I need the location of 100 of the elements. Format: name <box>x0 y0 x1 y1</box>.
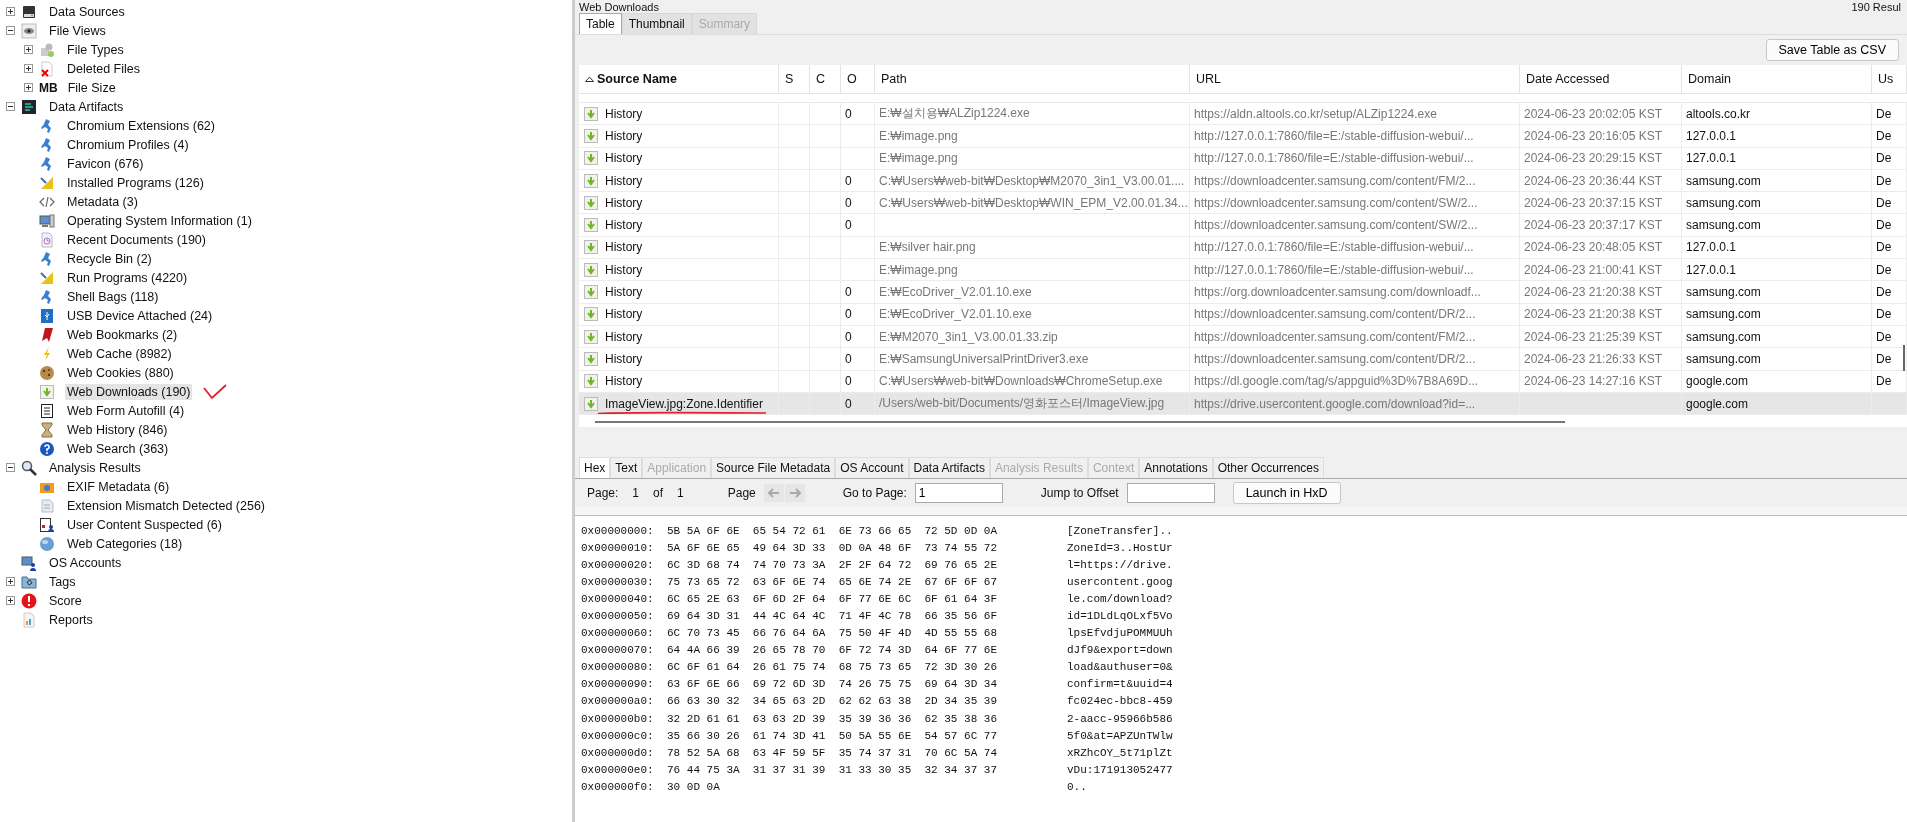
tree-item[interactable]: Score <box>47 592 84 609</box>
scrollbar-thumb[interactable] <box>595 421 1565 424</box>
table-row[interactable]: History E:₩image.png http://127.0.0.1:7860/file=E:/stable-diffusion-webui/... 2024-06-23 21:00:41 KST 127.0.0.1 De <box>579 259 1907 282</box>
table-row[interactable]: History E:₩image.png http://127.0.0.1:7860/file=E:/stable-diffusion-webui/... 2024-06-23 20:16:05 KST 127.0.0.1 De <box>579 125 1907 148</box>
tree-item[interactable]: Web Categories (18) <box>65 535 185 552</box>
expand-toggle[interactable] <box>24 83 35 92</box>
tree-item[interactable]: User Content Suspected (6) <box>65 516 224 533</box>
table-row[interactable]: History 0 E:₩설치용₩ALZip1224.exe https://aldn.altools.co.kr/setup/ALZip1224.exe 2024-06-23 20:02:05 KST altools.co.kr De <box>579 103 1907 126</box>
table-row[interactable]: ImageView.jpg:Zone.Identifier 0 /Users/web-bit/Documents/영화포스터/ImageView.jpg https://drive.usercontent.google.com/download?id=... google.com <box>579 392 1907 416</box>
collapse-toggle[interactable] <box>6 463 17 472</box>
table-row[interactable]: History E:₩image.png http://127.0.0.1:7860/file=E:/stable-diffusion-webui/... 2024-06-23 20:29:15 KST 127.0.0.1 De <box>579 147 1907 170</box>
tab[interactable]: Other Occurrences <box>1212 457 1325 478</box>
tree-item[interactable]: Web Bookmarks (2) <box>65 326 180 343</box>
table-row[interactable]: History E:₩silver hair.png http://127.0.0.1:7860/file=E:/stable-diffusion-webui/... 2024-06-23 20:48:05 KST 127.0.0.1 De <box>579 236 1907 260</box>
tree-item[interactable]: Chromium Profiles (4) <box>65 136 191 153</box>
table-cell: C:₩Users₩web-bit₩Downloads₩ChromeSetup.exe <box>879 374 1163 389</box>
table-cell: De <box>1876 173 1892 188</box>
expand-toggle[interactable] <box>6 577 17 586</box>
tree-item[interactable]: Web Downloads (190) <box>65 383 193 400</box>
expand-toggle[interactable] <box>24 64 35 73</box>
offset-input-field[interactable] <box>1126 483 1215 503</box>
expand-toggle[interactable] <box>6 7 17 16</box>
tree-item[interactable]: Reports <box>47 611 95 628</box>
go-to-page-label: Go to Page: <box>842 486 907 500</box>
tree-item[interactable]: Chromium Extensions (62) <box>65 117 217 134</box>
save-csv-button[interactable]: Save Table as CSV <box>1765 39 1899 61</box>
collapse-toggle[interactable] <box>6 102 17 111</box>
tree-item[interactable]: File Types <box>65 41 126 58</box>
hex-offset: 0x000000a0: <box>581 695 655 708</box>
page-input-field[interactable]: 1 <box>914 483 1003 503</box>
table-row[interactable]: History 0 E:₩M2070_3in1_V3.00.01.33.zip https://downloadcenter.samsung.com/content/FM/2... 2024-06-23 21:25:39 KST samsung.com De <box>579 325 1907 349</box>
bookmark-icon <box>39 326 55 343</box>
tree-item[interactable]: Installed Programs (126) <box>65 174 206 191</box>
tree-item[interactable]: File Size <box>65 79 118 96</box>
tree-item[interactable]: Operating System Information (1) <box>65 212 254 229</box>
launch-hxd-button[interactable]: Launch in HxD <box>1232 482 1341 504</box>
tree-item[interactable]: Data Sources <box>47 3 127 20</box>
column-header[interactable]: URL <box>1190 65 1520 93</box>
table-row[interactable]: History 0 C:₩Users₩web-bit₩Desktop₩M2070_3in1_V3.00.01.... https://downloadcenter.samsung.com/content/FM/2... 2024-06-23 20:36:44 KST samsung.com De <box>579 169 1907 193</box>
scrollbar-thumb[interactable] <box>1903 345 1905 371</box>
hex-offset: 0x00000020: <box>581 558 655 571</box>
document-clock-icon <box>39 231 55 248</box>
deleted-file-icon <box>39 60 55 77</box>
tree-item[interactable]: OS Accounts <box>47 554 124 571</box>
column-header[interactable]: Date Accessed <box>1520 65 1682 93</box>
tree-item[interactable]: Data Artifacts <box>47 98 126 115</box>
column-header[interactable]: S <box>779 65 810 93</box>
report-icon <box>21 611 37 628</box>
tree-item[interactable]: Web Form Autofill (4) <box>65 402 187 419</box>
table-row[interactable]: History 0 https://downloadcenter.samsung.com/content/SW/2... 2024-06-23 20:37:17 KST samsung.com De <box>579 214 1907 237</box>
hex-offset: 0x000000e0: <box>581 763 655 776</box>
table-cell: 2024-06-23 21:25:39 KST <box>1524 329 1663 344</box>
tab[interactable]: Table <box>579 13 622 34</box>
table-cell: samsung.com <box>1686 218 1761 233</box>
hex-bytes: 6C 65 2E 63 6F 6D 2F 64 6F 77 6E 6C 6F 61 64 3F <box>667 592 998 605</box>
hex-bytes: 63 6F 6E 66 69 72 6D 3D 74 26 75 75 69 64 3D 34 <box>667 678 998 691</box>
tab[interactable]: Annotations <box>1139 457 1213 478</box>
tree-item[interactable]: File Views <box>47 22 108 39</box>
tree-item[interactable]: Web Search (363) <box>65 440 171 457</box>
tab[interactable]: Hex <box>579 457 611 478</box>
tab[interactable]: Data Artifacts <box>908 457 990 478</box>
table-row[interactable]: History 0 E:₩SamsungUniversalPrintDriver3.exe https://downloadcenter.samsung.com/content/DR/2... 2024-06-23 21:26:33 KST samsung.com De <box>579 348 1907 371</box>
column-header[interactable]: Path <box>875 65 1190 93</box>
table-cell: https://downloadcenter.samsung.com/content/FM/2... <box>1194 173 1476 188</box>
download-icon <box>583 239 599 256</box>
tree-item[interactable]: Metadata (3) <box>65 193 140 210</box>
tab[interactable]: Thumbnail <box>621 13 692 34</box>
tree-item[interactable]: Web Cookies (880) <box>65 364 176 381</box>
expand-toggle[interactable] <box>24 45 35 54</box>
tree-item[interactable]: Shell Bags (118) <box>65 288 161 305</box>
table-cell: 2024-06-23 21:20:38 KST <box>1524 307 1663 322</box>
tree-item[interactable]: Recent Documents (190) <box>65 231 208 248</box>
tree-item[interactable]: Deleted Files <box>65 60 142 77</box>
tree-item[interactable]: Recycle Bin (2) <box>65 250 154 267</box>
tab[interactable]: Source File Metadata <box>711 457 836 478</box>
column-header[interactable]: O <box>841 65 875 93</box>
expand-toggle[interactable] <box>6 596 17 605</box>
tree-item[interactable]: EXIF Metadata (6) <box>65 478 172 495</box>
tree-item[interactable]: Extension Mismatch Detected (256) <box>65 497 267 514</box>
table-row[interactable]: History 0 E:₩EcoDriver_V2.01.10.exe https://downloadcenter.samsung.com/content/DR/2... 2024-06-23 21:20:38 KST samsung.com De <box>579 303 1907 326</box>
tree-item[interactable]: Web Cache (8982) <box>65 345 174 362</box>
tab[interactable]: OS Account <box>835 457 909 478</box>
column-header[interactable]: C <box>810 65 841 93</box>
column-header[interactable]: Domain <box>1682 65 1872 93</box>
column-header[interactable]: Us <box>1872 65 1907 93</box>
tree-item[interactable]: Favicon (676) <box>65 155 146 172</box>
hex-bytes: 75 73 65 72 63 6F 6E 74 65 6E 74 2E 67 6F 6F 67 <box>667 575 998 588</box>
tree-item[interactable]: Run Programs (4220) <box>65 269 190 286</box>
table-row[interactable]: History 0 C:₩Users₩web-bit₩Downloads₩ChromeSetup.exe https://dl.google.com/tag/s/appguid%3D%7B8A69D... 2024-06-23 14:27:16 KST google.com De <box>579 370 1907 393</box>
tree-item[interactable]: Tags <box>47 573 78 590</box>
tree-item[interactable]: Web History (846) <box>65 421 170 438</box>
hex-bytes: 69 64 3D 31 44 4C 64 4C 71 4F 4C 78 66 35 56 6F <box>667 610 998 622</box>
of-label: of <box>653 486 664 500</box>
table-row[interactable]: History 0 E:₩EcoDriver_V2.01.10.exe https://org.downloadcenter.samsung.com/downloadf... 2024-06-23 21:20:38 KST samsung.com De <box>579 281 1907 304</box>
collapse-toggle[interactable] <box>6 26 17 35</box>
tree-item[interactable]: USB Device Attached (24) <box>65 307 215 324</box>
download-icon <box>583 284 599 300</box>
column-header[interactable]: Source Name <box>579 65 779 93</box>
tree-item[interactable]: Analysis Results <box>47 459 143 476</box>
tab[interactable]: Text <box>610 457 643 478</box>
